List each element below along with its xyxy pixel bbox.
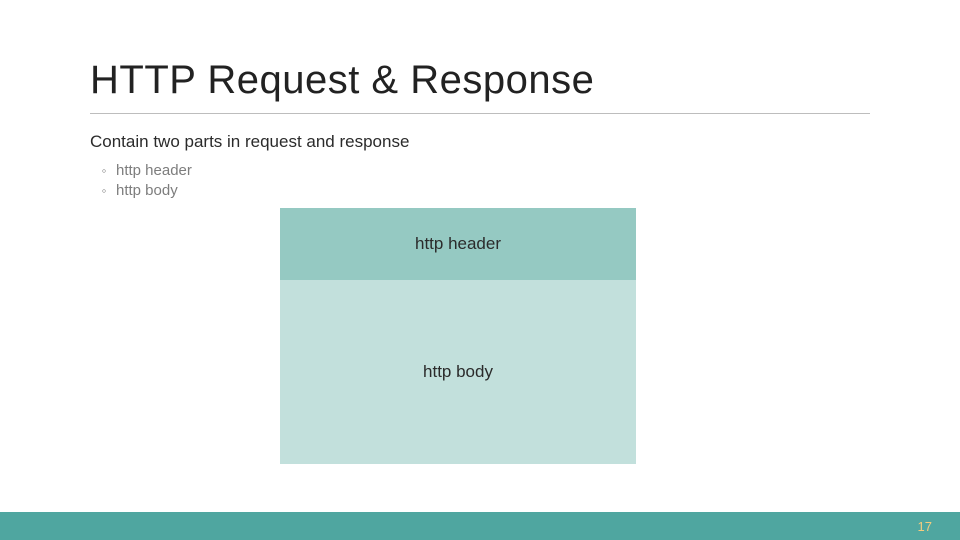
bullet-item: ◦ http header bbox=[100, 162, 870, 179]
bullet-marker-icon: ◦ bbox=[100, 183, 108, 198]
footer-bar bbox=[0, 512, 960, 540]
slide-title: HTTP Request & Response bbox=[90, 58, 870, 103]
content-area: HTTP Request & Response Contain two part… bbox=[0, 0, 960, 199]
bullet-item: ◦ http body bbox=[100, 182, 870, 199]
bullet-marker-icon: ◦ bbox=[100, 163, 108, 178]
bullet-text: http header bbox=[116, 162, 192, 179]
page-number: 17 bbox=[918, 519, 932, 534]
http-diagram: http header http body bbox=[280, 208, 636, 464]
bullet-text: http body bbox=[116, 182, 178, 199]
diagram-body-label: http body bbox=[423, 362, 493, 382]
slide: HTTP Request & Response Contain two part… bbox=[0, 0, 960, 540]
diagram-header-block: http header bbox=[280, 208, 636, 280]
title-underline bbox=[90, 113, 870, 114]
subtitle: Contain two parts in request and respons… bbox=[90, 132, 870, 152]
diagram-header-label: http header bbox=[415, 234, 501, 254]
diagram-body-block: http body bbox=[280, 280, 636, 464]
bullet-list: ◦ http header ◦ http body bbox=[90, 162, 870, 199]
